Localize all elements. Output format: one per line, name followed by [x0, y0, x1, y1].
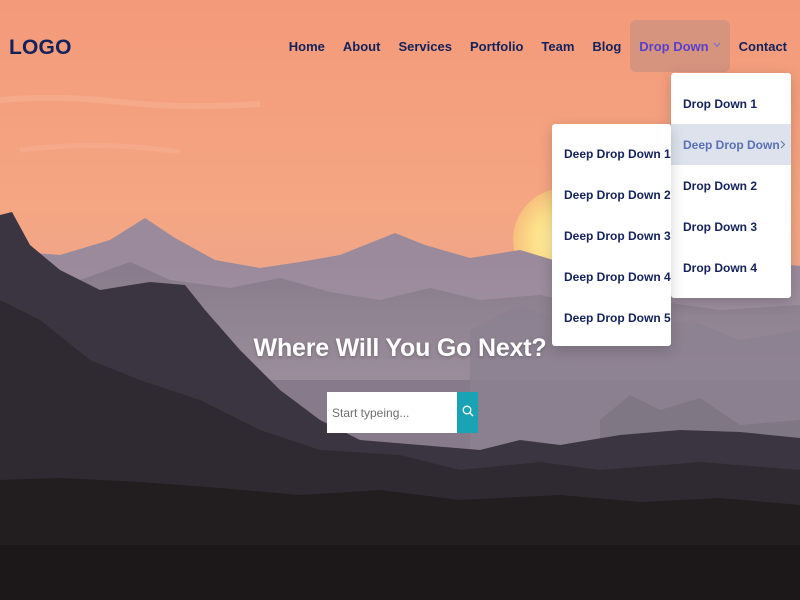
search-input[interactable] — [327, 392, 457, 433]
nav-services[interactable]: Services — [389, 20, 461, 72]
search-button[interactable] — [457, 392, 478, 433]
nav-team[interactable]: Team — [532, 20, 583, 72]
nav-drop-down[interactable]: Drop Down — [630, 20, 730, 72]
main-nav: Home About Services Portfolio Team Blog … — [280, 20, 800, 72]
nav-home-label: Home — [288, 38, 325, 54]
nav-home[interactable]: Home — [280, 20, 334, 72]
nav-portfolio[interactable]: Portfolio — [461, 20, 532, 72]
chevron-down-icon — [713, 40, 721, 50]
nav-about-label: About — [342, 38, 381, 54]
dropdown-item-label: Drop Down 3 — [683, 219, 757, 234]
chevron-right-icon — [780, 138, 786, 152]
dropdown-item-1[interactable]: Drop Down 1 — [671, 83, 791, 124]
deep-dropdown-item-label: Deep Drop Down 4 — [564, 269, 671, 284]
dropdown-item-deep[interactable]: Deep Drop Down — [671, 124, 791, 165]
dropdown-item-4[interactable]: Drop Down 4 — [671, 247, 791, 288]
deep-dropdown-item-label: Deep Drop Down 5 — [564, 310, 671, 325]
dropdown-item-2[interactable]: Drop Down 2 — [671, 165, 791, 206]
dropdown-item-3[interactable]: Drop Down 3 — [671, 206, 791, 247]
nav-blog[interactable]: Blog — [583, 20, 630, 72]
deep-dropdown-menu: Deep Drop Down 1 Deep Drop Down 2 Deep D… — [552, 124, 671, 346]
search-form — [327, 392, 478, 433]
deep-dropdown-item-label: Deep Drop Down 2 — [564, 187, 671, 202]
nav-contact[interactable]: Contact — [730, 20, 800, 72]
nav-drop-down-label: Drop Down — [639, 38, 709, 54]
search-icon — [462, 404, 474, 422]
nav-blog-label: Blog — [592, 38, 622, 54]
deep-dropdown-item-2[interactable]: Deep Drop Down 2 — [552, 174, 671, 215]
deep-dropdown-item-label: Deep Drop Down 3 — [564, 228, 671, 243]
deep-dropdown-item-label: Deep Drop Down 1 — [564, 146, 671, 161]
dropdown-menu: Drop Down 1 Deep Drop Down Drop Down 2 D… — [671, 73, 791, 298]
nav-team-label: Team — [541, 38, 575, 54]
dropdown-item-label: Drop Down 1 — [683, 96, 757, 111]
deep-dropdown-item-1[interactable]: Deep Drop Down 1 — [552, 133, 671, 174]
nav-services-label: Services — [398, 38, 452, 54]
logo[interactable]: LOGO — [9, 36, 72, 60]
dropdown-item-label: Drop Down 4 — [683, 260, 757, 275]
nav-contact-label: Contact — [738, 38, 787, 54]
deep-dropdown-item-3[interactable]: Deep Drop Down 3 — [552, 215, 671, 256]
nav-about[interactable]: About — [334, 20, 390, 72]
deep-dropdown-item-4[interactable]: Deep Drop Down 4 — [552, 256, 671, 297]
hero-title: Where Will You Go Next? — [253, 334, 547, 362]
dropdown-item-label: Deep Drop Down — [683, 137, 780, 152]
dropdown-item-label: Drop Down 2 — [683, 178, 757, 193]
deep-dropdown-item-5[interactable]: Deep Drop Down 5 — [552, 297, 671, 338]
nav-portfolio-label: Portfolio — [469, 38, 524, 54]
